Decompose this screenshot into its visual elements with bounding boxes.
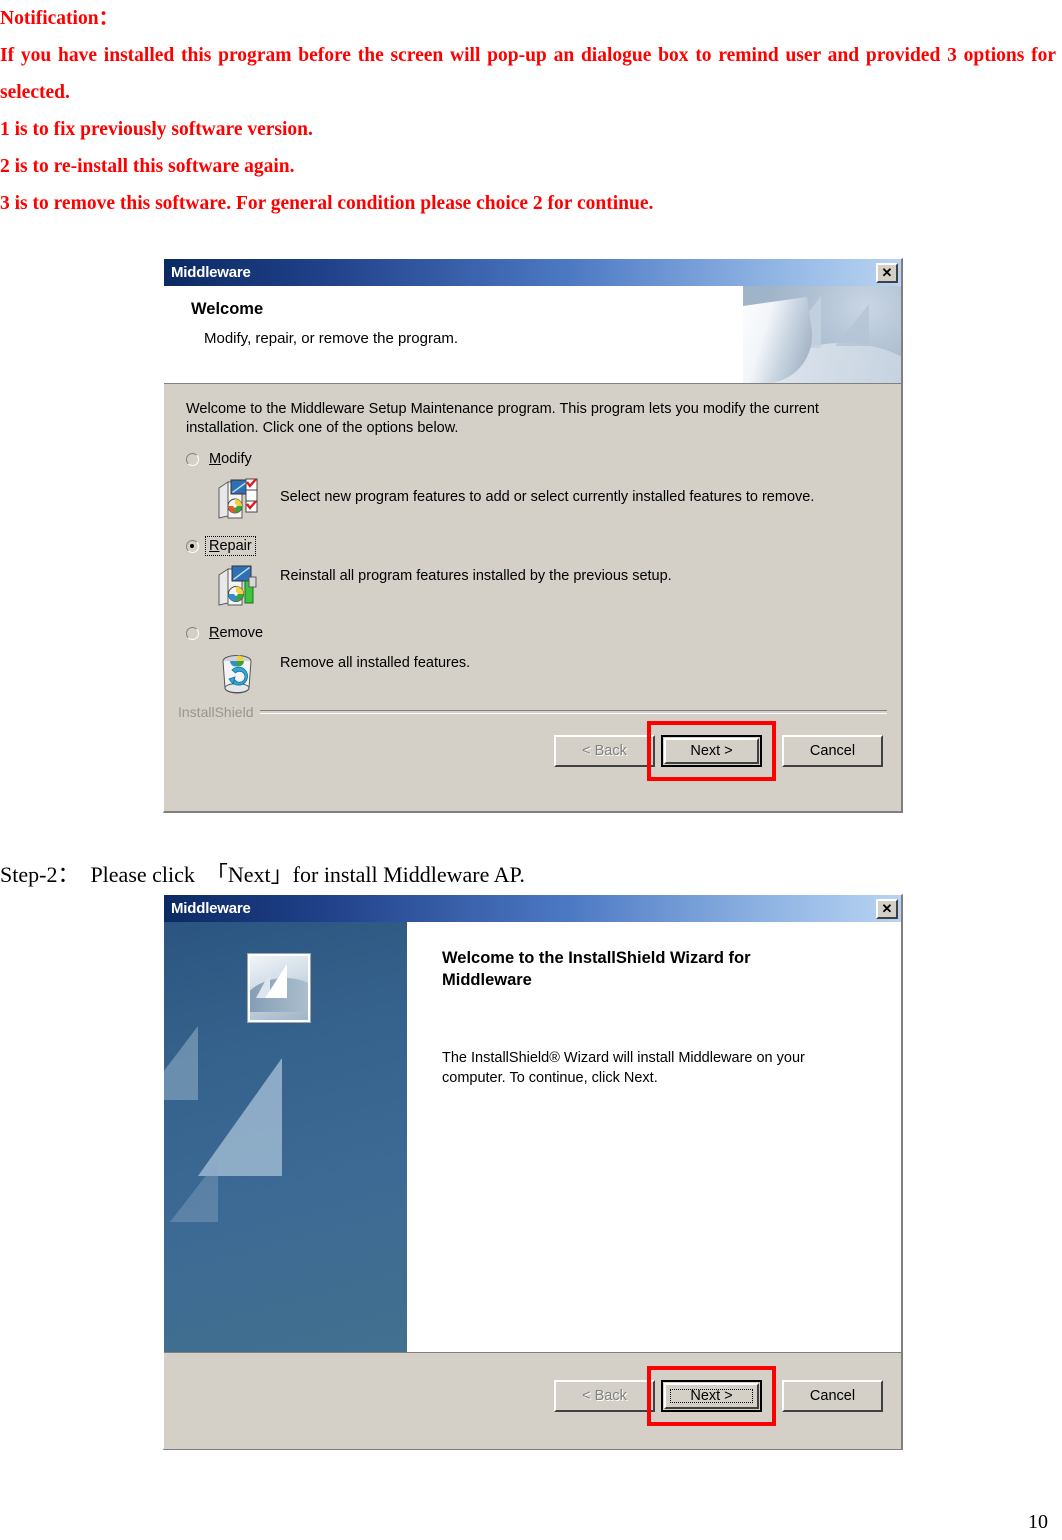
- back-button-label: < Back: [582, 743, 627, 759]
- notification-line-0: If you have installed this program befor…: [0, 45, 1056, 103]
- option-remove-description: Remove all installed features.: [280, 655, 471, 671]
- cancel-button[interactable]: Cancel: [782, 1380, 883, 1412]
- step2-caption: Step-2： Please click 「Next」for install M…: [0, 862, 525, 887]
- dialog1-header-subtitle: Modify, repair, or remove the program.: [204, 330, 458, 347]
- option-repair-label: Repair: [205, 536, 256, 556]
- remove-recycle-bin-icon: [222, 655, 252, 694]
- next-button[interactable]: Next >: [661, 1380, 762, 1412]
- option-modify-rest: odify: [221, 451, 252, 467]
- dialog1-intro-text: Welcome to the Middleware Setup Maintena…: [186, 401, 819, 436]
- wizard-body-text: The InstallShield® Wizard will install M…: [442, 1050, 805, 1086]
- setup-maintenance-dialog: Middleware ✕ Welcome Modify, repair, or …: [163, 258, 903, 813]
- next-button-label: Next >: [690, 743, 733, 759]
- dialog2-titlebar[interactable]: Middleware ✕: [164, 895, 901, 922]
- dialog1-body: Welcome to the Middleware Setup Maintena…: [164, 384, 901, 700]
- option-repair-accel: R: [209, 538, 220, 554]
- close-icon[interactable]: ✕: [876, 898, 898, 919]
- notification-line-2: 2 is to re-install this software again.: [0, 156, 295, 177]
- option-remove-accel: R: [209, 625, 220, 641]
- installshield-wizard-dialog: Middleware ✕ Welcome to the InstallShiel…: [163, 894, 903, 1450]
- close-icon[interactable]: ✕: [876, 262, 898, 283]
- cancel-button[interactable]: Cancel: [782, 735, 883, 767]
- page-number: 10: [1028, 1511, 1048, 1533]
- dialog2-body: Welcome to the InstallShield Wizard for …: [164, 922, 901, 1353]
- dialog1-header-banner: Welcome Modify, repair, or remove the pr…: [164, 286, 901, 384]
- option-modify[interactable]: Modify Select new program features to ad…: [186, 449, 881, 522]
- option-repair-rest: epair: [219, 538, 252, 554]
- modify-features-icon: [218, 478, 258, 519]
- dialog1-titlebar[interactable]: Middleware ✕: [164, 259, 901, 286]
- next-button-label: Next >: [690, 1388, 733, 1404]
- installshield-branding: InstallShield: [178, 704, 887, 720]
- dialog1-footer: InstallShield < Back Next > Cancel: [164, 700, 901, 810]
- back-button-label: < Back: [582, 1388, 627, 1404]
- back-button[interactable]: < Back: [554, 735, 655, 767]
- option-remove-label: Remove: [206, 624, 266, 642]
- repair-reinstall-icon: [218, 565, 257, 606]
- header-sailboat-graphic: [743, 286, 901, 383]
- radio-modify[interactable]: [186, 452, 199, 466]
- notification-line-1: 1 is to fix previously software version.: [0, 119, 313, 140]
- wizard-side-banner: [164, 922, 407, 1352]
- dialog2-content: Welcome to the InstallShield Wizard for …: [407, 922, 901, 1352]
- dialog1-title: Middleware: [171, 264, 251, 281]
- back-button[interactable]: < Back: [554, 1380, 655, 1412]
- divider: [259, 710, 887, 714]
- wizard-heading: Welcome to the InstallShield Wizard for …: [442, 949, 751, 989]
- installshield-sailboat-icon: [248, 954, 310, 1022]
- option-remove-rest: emove: [219, 625, 264, 641]
- notification-block: Notification： If you have installed this…: [0, 0, 1056, 222]
- cancel-button-label: Cancel: [809, 1388, 856, 1404]
- next-button[interactable]: Next >: [661, 735, 762, 767]
- option-modify-accel: M: [209, 451, 222, 467]
- radio-remove[interactable]: [186, 626, 199, 640]
- dialog2-title: Middleware: [171, 900, 251, 917]
- notification-line-3: 3 is to remove this software. For genera…: [0, 193, 654, 214]
- installshield-label: InstallShield: [178, 704, 254, 720]
- option-repair-description: Reinstall all program features installed…: [280, 568, 672, 584]
- option-modify-description: Select new program features to add or se…: [280, 489, 815, 505]
- cancel-button-label: Cancel: [809, 743, 856, 759]
- dialog2-footer: < Back Next > Cancel: [164, 1353, 901, 1449]
- option-modify-label: Modify: [206, 450, 255, 468]
- dialog2-button-bar: < Back Next > Cancel: [554, 1366, 883, 1426]
- notification-heading: Notification：: [0, 8, 119, 29]
- option-repair[interactable]: Repair Reinstall all program features in…: [186, 536, 881, 609]
- dialog1-button-bar: < Back Next > Cancel: [554, 721, 883, 781]
- dialog1-header-title: Welcome: [191, 300, 264, 318]
- option-remove[interactable]: Remove Remove all installed features.: [186, 623, 881, 696]
- radio-repair[interactable]: [186, 539, 199, 553]
